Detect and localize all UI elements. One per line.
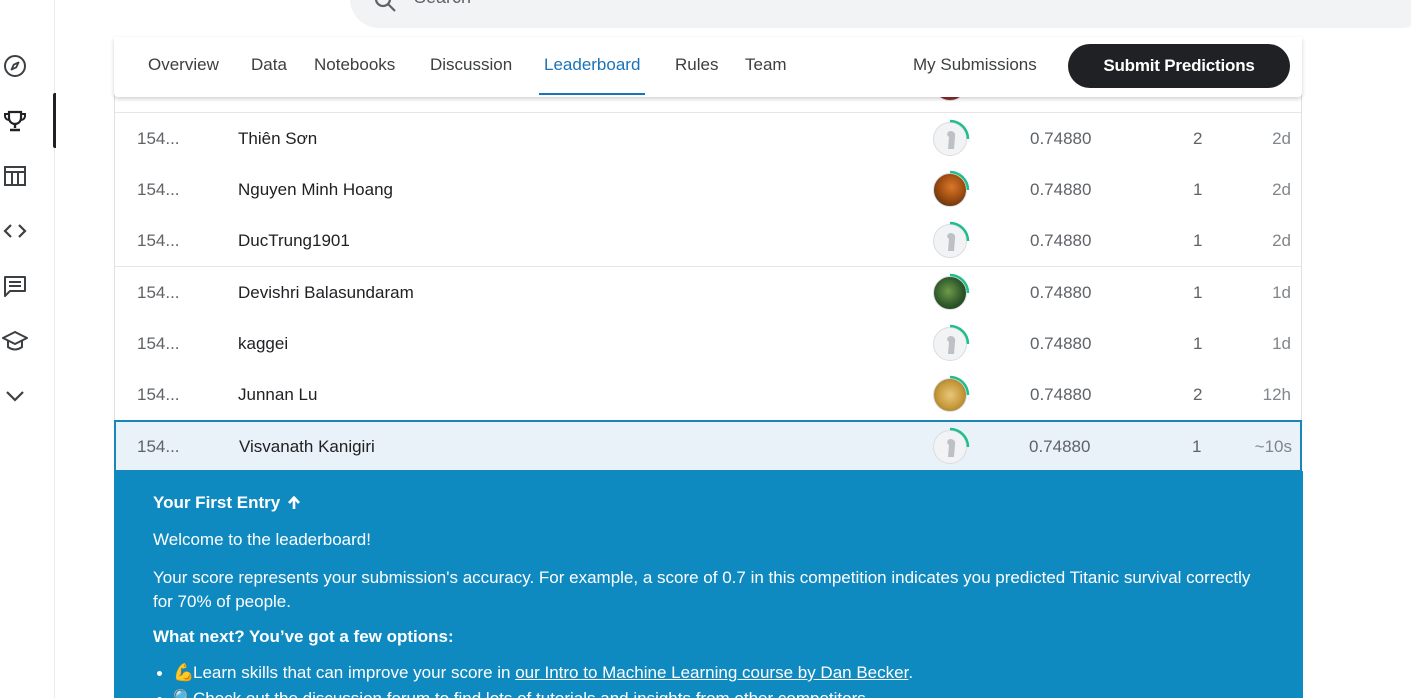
compass-icon[interactable] — [0, 38, 55, 93]
score-cell: 0.74880 — [1030, 129, 1092, 148]
panel-title-text: Your First Entry — [153, 493, 281, 512]
tab-rules[interactable]: Rules — [675, 55, 718, 95]
trophy-icon[interactable] — [0, 93, 56, 148]
menu-icon[interactable] — [4, 0, 26, 4]
table-row-current-user[interactable]: 154... Visvanath Kanigiri 0.74880 1 ~10s — [114, 420, 1302, 472]
rank-cell: 154... — [137, 334, 180, 353]
score-description: Your score represents your submission's … — [153, 568, 1251, 611]
team-name[interactable]: DucTrung1901 — [238, 231, 350, 251]
entries-cell: 1 — [1193, 231, 1203, 250]
entries-cell: 1 — [1193, 283, 1203, 302]
comments-icon[interactable] — [0, 258, 55, 313]
option-text: Learn skills that can improve your score… — [193, 663, 516, 682]
avatar[interactable] — [930, 324, 970, 364]
magnifier-icon: 🔍 — [173, 687, 194, 698]
avatar[interactable] — [930, 119, 970, 159]
team-name[interactable]: Nguyen Minh Hoang — [238, 180, 393, 200]
intro-ml-course-link[interactable]: our Intro to Machine Learning course by … — [515, 663, 908, 682]
entries-cell: 1 — [1193, 180, 1203, 199]
code-icon[interactable] — [0, 203, 55, 258]
table-row[interactable]: 154... Devishri Balasundaram 0.74880 1 1… — [114, 267, 1302, 319]
last-submission-cell: 2d — [1272, 129, 1291, 148]
graduation-cap-icon[interactable] — [0, 313, 55, 368]
submit-predictions-button[interactable]: Submit Predictions — [1068, 44, 1290, 88]
panel-title: Your First Entry — [153, 493, 302, 513]
options-list: 💪Learn skills that can improve your scor… — [153, 661, 1253, 698]
rank-cell: 154... — [137, 385, 180, 404]
table-row[interactable]: 154... DucTrung1901 0.74880 1 2d — [114, 215, 1302, 267]
option-after: . — [866, 689, 871, 698]
team-name[interactable]: Junnan Lu — [238, 385, 317, 405]
avatar[interactable] — [930, 170, 970, 210]
avatar[interactable] — [930, 273, 970, 313]
table-icon[interactable] — [0, 148, 55, 203]
my-submissions-link[interactable]: My Submissions — [913, 55, 1037, 75]
last-submission-cell: 12h — [1262, 385, 1291, 404]
team-name[interactable]: Visvanath Kanigiri — [239, 437, 375, 457]
entries-cell: 2 — [1193, 385, 1203, 404]
tab-team[interactable]: Team — [745, 55, 787, 95]
rank-cell: 154... — [137, 129, 180, 148]
entries-cell: 1 — [1192, 437, 1202, 456]
table-row[interactable]: 154... Junnan Lu 0.74880 2 12h — [114, 369, 1302, 421]
score-cell: 0.74880 — [1030, 231, 1092, 250]
search-icon — [374, 0, 396, 12]
team-name[interactable]: Thiên Sơn — [238, 129, 317, 149]
rank-cell: 154... — [137, 231, 180, 250]
search-input[interactable] — [414, 0, 714, 8]
welcome-text: Welcome to the leaderboard! — [153, 530, 371, 549]
team-name[interactable]: Devishri Balasundaram — [238, 283, 414, 303]
avatar[interactable] — [930, 375, 970, 415]
list-item: 🔍Check out the discussion forum to find … — [153, 687, 1253, 698]
entries-cell: 2 — [1193, 129, 1203, 148]
tab-discussion[interactable]: Discussion — [430, 55, 512, 95]
tab-notebooks[interactable]: Notebooks — [314, 55, 395, 95]
table-row[interactable]: 154... Thiên Sơn 0.74880 2 2d — [114, 113, 1302, 165]
first-entry-panel: Your First Entry Welcome to the leaderbo… — [114, 471, 1303, 698]
chevron-down-icon[interactable] — [0, 368, 55, 423]
team-name[interactable]: kaggei — [238, 334, 288, 354]
score-cell: 0.74880 — [1030, 180, 1092, 199]
avatar[interactable] — [930, 427, 970, 467]
option-text: Check out the discussion forum to find l… — [193, 689, 866, 698]
arrow-up-icon — [288, 496, 301, 509]
tab-data[interactable]: Data — [251, 55, 287, 95]
next-steps-heading: What next? You’ve got a few options: — [153, 627, 454, 646]
table-row[interactable]: 154... kaggei 0.74880 1 1d — [114, 318, 1302, 370]
score-cell: 0.74880 — [1030, 283, 1092, 302]
score-cell: 0.74880 — [1029, 437, 1091, 456]
last-submission-cell: ~10s — [1254, 437, 1292, 456]
rank-cell: 154... — [137, 437, 180, 456]
competition-tabs-header: Overview Data Notebooks Discussion Leade… — [114, 37, 1302, 97]
tab-leaderboard[interactable]: Leaderboard — [538, 55, 646, 95]
avatar[interactable] — [930, 221, 970, 261]
rank-cell: 154... — [137, 180, 180, 199]
last-submission-cell: 2d — [1272, 180, 1291, 199]
flexed-biceps-icon: 💪 — [173, 663, 195, 682]
rank-cell: 154... — [137, 283, 180, 302]
option-after: . — [908, 663, 914, 682]
tab-overview[interactable]: Overview — [148, 55, 219, 95]
last-submission-cell: 1d — [1272, 334, 1291, 353]
last-submission-cell: 2d — [1272, 231, 1291, 250]
left-nav-rail — [0, 0, 56, 698]
list-item: 💪Learn skills that can improve your scor… — [153, 661, 1253, 685]
table-row[interactable]: 154... Nguyen Minh Hoang 0.74880 1 2d — [114, 164, 1302, 216]
score-cell: 0.74880 — [1030, 385, 1092, 404]
entries-cell: 1 — [1193, 334, 1203, 353]
score-cell: 0.74880 — [1030, 334, 1092, 353]
last-submission-cell: 1d — [1272, 283, 1291, 302]
